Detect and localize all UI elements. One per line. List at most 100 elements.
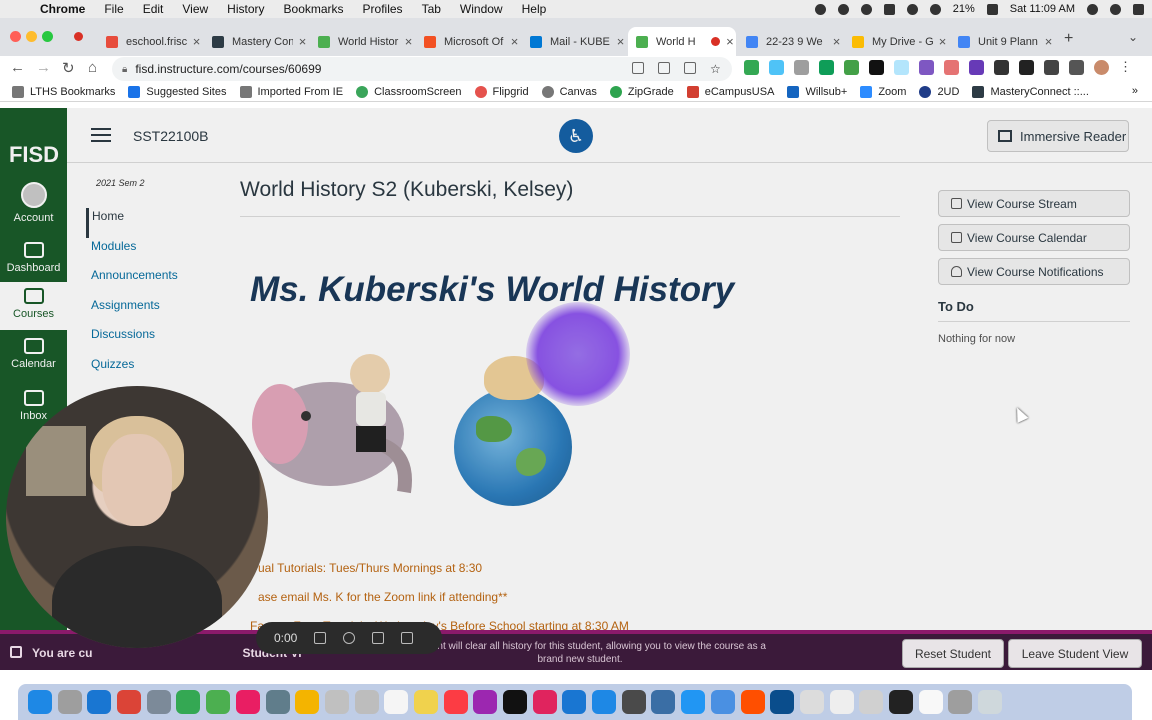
extension-grammar-icon[interactable] xyxy=(744,60,759,75)
siri-icon[interactable] xyxy=(1110,3,1121,15)
extension-circle-icon[interactable] xyxy=(894,60,909,75)
profile-avatar-icon[interactable] xyxy=(1094,60,1109,75)
grip-icon[interactable] xyxy=(314,632,326,644)
trash-icon[interactable] xyxy=(401,632,413,644)
nav-account[interactable]: Account xyxy=(0,182,67,224)
course-nav-quizzes[interactable]: Quizzes xyxy=(86,356,236,386)
forward-arrow-icon[interactable]: → xyxy=(36,59,51,76)
reload-icon[interactable]: ↻ xyxy=(62,59,75,77)
tab-drive[interactable]: My Drive - G × xyxy=(844,27,948,56)
menu-window[interactable]: Window xyxy=(460,2,503,16)
course-nav-discussions[interactable]: Discussions xyxy=(86,326,236,356)
dock-app-icon[interactable] xyxy=(176,690,201,714)
home-icon[interactable]: ⌂ xyxy=(88,59,97,76)
download-icon[interactable] xyxy=(1044,60,1059,75)
tab-mastery[interactable]: Mastery Conn × xyxy=(204,27,308,56)
tab-unit9[interactable]: Unit 9 Plann × xyxy=(950,27,1054,56)
menu-edit[interactable]: Edit xyxy=(143,2,164,16)
fisd-logo[interactable]: FISD xyxy=(4,120,64,172)
extension-screen-icon[interactable] xyxy=(844,60,859,75)
dock-app-icon[interactable] xyxy=(473,690,498,714)
extension-qr-icon[interactable] xyxy=(869,60,884,75)
bookmark-suggested[interactable]: Suggested Sites xyxy=(128,85,227,98)
bookmark-canvas[interactable]: Canvas xyxy=(541,85,597,98)
nav-dashboard[interactable]: Dashboard xyxy=(0,242,67,274)
extension-c-icon[interactable] xyxy=(819,60,834,75)
dock-app-icon[interactable] xyxy=(235,690,260,714)
view-course-calendar-button[interactable]: View Course Calendar xyxy=(938,224,1130,251)
course-nav-announcements[interactable]: Announcements xyxy=(86,267,236,297)
close-window-icon[interactable] xyxy=(10,31,21,42)
dock-app-icon[interactable] xyxy=(562,690,587,714)
control-center-icon[interactable] xyxy=(1133,3,1144,15)
minimize-window-icon[interactable] xyxy=(26,31,37,42)
menu-view[interactable]: View xyxy=(182,2,208,16)
bookmark-masteryconnect[interactable]: MasteryConnect ::... xyxy=(972,85,1089,98)
pause-icon[interactable] xyxy=(372,632,384,644)
menu-file[interactable]: File xyxy=(104,2,123,16)
extensions-puzzle-icon[interactable] xyxy=(1019,60,1034,75)
dock-app-icon[interactable] xyxy=(918,690,943,714)
dock-app-icon[interactable] xyxy=(948,690,973,714)
dock-app-icon[interactable] xyxy=(681,690,706,714)
extension-icon[interactable] xyxy=(769,60,784,75)
menu-history[interactable]: History xyxy=(227,2,264,16)
hamburger-menu-icon[interactable] xyxy=(91,128,111,142)
dock-app-icon[interactable] xyxy=(829,690,854,714)
dock-app-icon[interactable] xyxy=(206,690,231,714)
dock-app-icon[interactable] xyxy=(354,690,379,714)
breadcrumb-course-code[interactable]: SST22100B xyxy=(133,128,209,144)
tab-close-icon[interactable]: × xyxy=(833,34,842,49)
course-nav-home[interactable]: Home xyxy=(86,208,236,238)
nav-calendar[interactable]: Calendar xyxy=(0,338,67,370)
dock-app-icon[interactable] xyxy=(57,690,82,714)
new-tab-plus-icon[interactable]: + xyxy=(1064,30,1073,48)
bookmark-zoom[interactable]: Zoom xyxy=(860,85,906,98)
tab-close-icon[interactable]: × xyxy=(405,34,414,49)
menu-help[interactable]: Help xyxy=(522,2,547,16)
dock-app-icon[interactable] xyxy=(87,690,112,714)
nav-courses[interactable]: Courses xyxy=(0,282,67,330)
maximize-window-icon[interactable] xyxy=(42,31,53,42)
extension-link-icon[interactable] xyxy=(944,60,959,75)
bluetooth-icon[interactable] xyxy=(906,3,918,15)
course-nav-modules[interactable]: Modules xyxy=(86,238,236,268)
tab-planner[interactable]: 22-23 9 We × xyxy=(738,27,842,56)
bookmark-imported[interactable]: Imported From IE xyxy=(239,85,343,98)
extension-d-icon[interactable] xyxy=(794,60,809,75)
screen-record-icon[interactable] xyxy=(837,3,849,15)
course-nav-assignments[interactable]: Assignments xyxy=(86,297,236,327)
wifi-icon[interactable] xyxy=(929,3,941,15)
extension-virus-icon[interactable] xyxy=(919,60,934,75)
bookmark-lths[interactable]: LTHS Bookmarks xyxy=(12,85,115,98)
camera-icon[interactable] xyxy=(632,62,644,74)
address-bar[interactable]: 🔒︎ fisd.instructure.com/courses/60699 ☆ xyxy=(112,57,732,81)
menu-profiles[interactable]: Profiles xyxy=(363,2,403,16)
dock-app-icon[interactable] xyxy=(651,690,676,714)
dock-app-icon[interactable] xyxy=(859,690,884,714)
bookmark-ecampususa[interactable]: eCampusUSA xyxy=(686,85,774,98)
bookmark-classroomscreen[interactable]: ClassroomScreen xyxy=(356,85,462,98)
tab-close-icon[interactable]: × xyxy=(939,34,948,49)
dock-app-icon[interactable] xyxy=(532,690,557,714)
dock-app-icon[interactable] xyxy=(592,690,617,714)
tab-microsoft[interactable]: Microsoft Of × xyxy=(416,27,520,56)
leave-student-view-button[interactable]: Leave Student View xyxy=(1008,639,1142,668)
tab-close-icon[interactable]: × xyxy=(726,34,736,49)
share-icon[interactable] xyxy=(684,62,696,74)
microphone-icon[interactable] xyxy=(814,3,826,15)
back-arrow-icon[interactable]: ← xyxy=(10,59,25,76)
tab-close-icon[interactable]: × xyxy=(1045,34,1054,49)
tab-close-icon[interactable]: × xyxy=(193,34,202,49)
tab-search-chevron-icon[interactable]: ⌄ xyxy=(1128,30,1138,44)
dock-app-icon[interactable] xyxy=(324,690,349,714)
dock-app-icon[interactable] xyxy=(710,690,735,714)
dock-app-icon[interactable] xyxy=(503,690,527,714)
dock-app-icon[interactable] xyxy=(799,690,824,714)
battery-percent[interactable]: 21% xyxy=(953,3,975,15)
dock-app-icon[interactable] xyxy=(28,690,52,714)
webcam-bubble[interactable] xyxy=(6,386,268,648)
accessibility-icon[interactable]: ♿︎ xyxy=(559,119,593,153)
bookmark-willsub[interactable]: Willsub+ xyxy=(787,85,847,98)
immersive-reader-button[interactable]: Immersive Reader xyxy=(987,120,1129,152)
